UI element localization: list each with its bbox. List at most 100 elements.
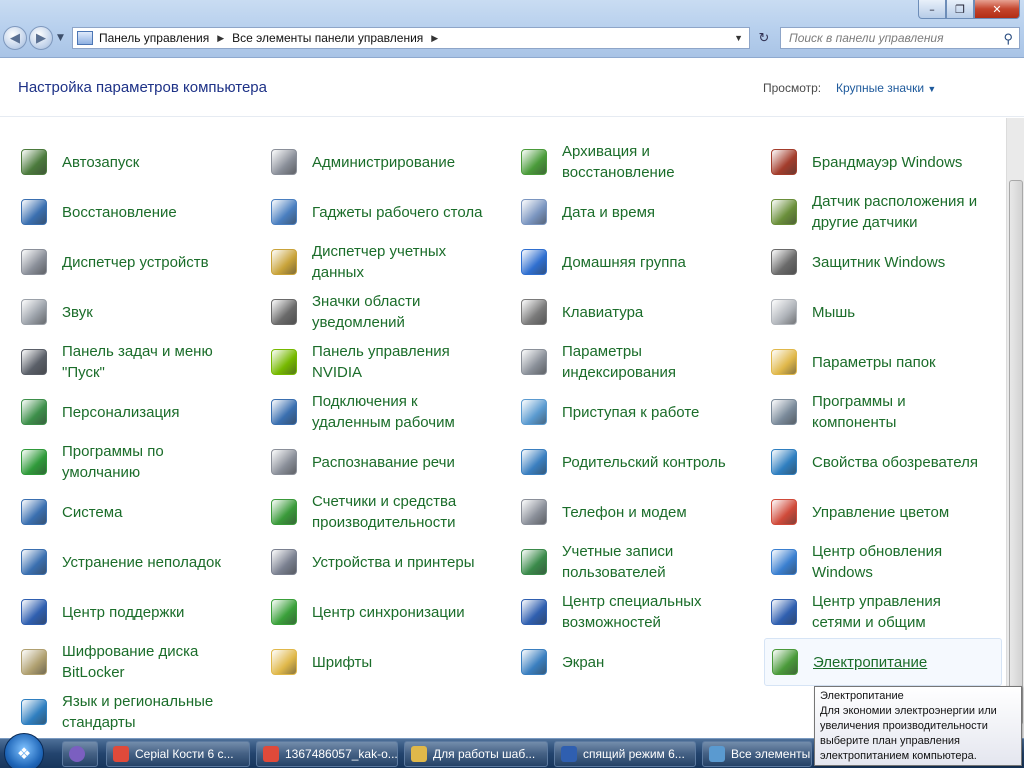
control-panel-item[interactable]: Шрифты — [250, 638, 490, 686]
fonts-icon — [268, 646, 300, 678]
start-button[interactable]: ❖ — [4, 733, 44, 768]
control-panel-item[interactable]: Экран — [500, 638, 740, 686]
action-center-icon — [18, 596, 50, 628]
navigation-buttons: ◀ ▶ ▼ — [3, 26, 67, 50]
windows-update-icon — [768, 546, 800, 578]
search-input[interactable]: Поиск в панели управления ⚲ — [780, 27, 1020, 49]
breadcrumb-separator-icon[interactable]: ▶ — [431, 33, 438, 44]
control-panel-item[interactable]: Родительский контроль — [500, 438, 740, 486]
tooltip-title: Электропитание — [820, 690, 904, 702]
refresh-button[interactable]: ↻ — [752, 27, 776, 49]
chevron-down-icon: ▼ — [927, 84, 937, 94]
maximize-button[interactable]: ❐ — [946, 0, 974, 19]
view-by-label: Просмотр: — [763, 81, 822, 95]
control-panel-item[interactable]: Телефон и модем — [500, 488, 740, 536]
taskbar-button[interactable]: 1367486057_kak-o... — [256, 741, 398, 767]
control-panel-item[interactable]: Гаджеты рабочего стола — [250, 188, 490, 236]
control-panel-item[interactable]: Язык и региональные стандарты — [0, 688, 240, 736]
address-dropdown-icon[interactable]: ▼ — [734, 33, 743, 43]
control-panel-item[interactable]: Датчик расположения и другие датчики — [750, 188, 990, 236]
content-header: Настройка параметров компьютера Просмотр… — [0, 59, 1024, 117]
forward-button[interactable]: ▶ — [29, 26, 53, 50]
control-panel-icon — [77, 31, 93, 45]
control-panel-item[interactable]: Центр поддержки — [0, 588, 240, 636]
power-options-icon — [769, 646, 801, 678]
control-panel-item[interactable]: Клавиатура — [500, 288, 740, 336]
control-panel-item[interactable]: Диспетчер учетных данных — [250, 238, 490, 286]
control-panel-item[interactable]: Брандмауэр Windows — [750, 138, 990, 186]
taskbar-button[interactable]: спящий режим 6... — [554, 741, 696, 767]
control-panel-item[interactable]: Мышь — [750, 288, 990, 336]
items-grid: Автозапуск Администрирование Архивация и в… — [0, 118, 1006, 738]
item-label: Домашняя группа — [562, 253, 686, 271]
scrollbar-thumb[interactable] — [1009, 180, 1023, 725]
recent-pages-dropdown[interactable]: ▼ — [57, 33, 67, 43]
control-panel-icon — [709, 746, 725, 762]
breadcrumb-separator-icon[interactable]: ▶ — [217, 33, 224, 44]
control-panel-item[interactable]: Значки области уведомлений — [250, 288, 490, 336]
control-panel-item[interactable]: Свойства обозревателя — [750, 438, 990, 486]
window-chrome: – ❐ ✕ ◀ ▶ ▼ Панель управления ▶ Все элем… — [0, 0, 1024, 58]
control-panel-item[interactable]: Подключения к удаленным рабочим — [250, 388, 490, 436]
control-panel-item[interactable]: Защитник Windows — [750, 238, 990, 286]
control-panel-item[interactable]: Учетные записи пользователей — [500, 538, 740, 586]
taskbar-button[interactable]: Серial Кости 6 с... — [106, 741, 250, 767]
minimize-button[interactable]: – — [918, 0, 946, 19]
control-panel-item[interactable]: Архивация и восстановление — [500, 138, 740, 186]
control-panel-item[interactable]: Распознавание речи — [250, 438, 490, 486]
taskbar-button[interactable]: Для работы шаб... — [404, 741, 548, 767]
item-label: Свойства обозревателя — [812, 453, 978, 471]
item-label: Значки области уведомлений — [312, 293, 421, 331]
control-panel-item[interactable]: Панель управления NVIDIA — [250, 338, 490, 386]
control-panel-item[interactable]: Система — [0, 488, 240, 536]
control-panel-item[interactable]: Центр синхронизации — [250, 588, 490, 636]
system-icon — [18, 496, 50, 528]
control-panel-item[interactable]: Центр управления сетями и общим — [750, 588, 990, 636]
item-label: Программы и компоненты — [812, 393, 906, 431]
control-panel-item[interactable]: Центр специальных возможностей — [500, 588, 740, 636]
breadcrumb-all-items[interactable]: Все элементы панели управления — [232, 31, 423, 45]
control-panel-item[interactable]: Счетчики и средства производительности — [250, 488, 490, 536]
control-panel-item[interactable]: Восстановление — [0, 188, 240, 236]
control-panel-item[interactable]: Управление цветом — [750, 488, 990, 536]
control-panel-item[interactable]: Автозапуск — [0, 138, 240, 186]
item-label: Параметры папок — [812, 353, 936, 371]
control-panel-item[interactable]: Параметры индексирования — [500, 338, 740, 386]
control-panel-item[interactable]: Программы и компоненты — [750, 388, 990, 436]
control-panel-item[interactable]: Шифрование диска BitLocker — [0, 638, 240, 686]
control-panel-item[interactable]: Программы по умолчанию — [0, 438, 240, 486]
item-label: Диспетчер устройств — [62, 253, 209, 271]
breadcrumb-control-panel[interactable]: Панель управления — [99, 31, 209, 45]
item-label: Гаджеты рабочего стола — [312, 203, 483, 221]
control-panel-item[interactable]: Домашняя группа — [500, 238, 740, 286]
close-button[interactable]: ✕ — [974, 0, 1020, 19]
taskbar-viber-button[interactable] — [62, 741, 98, 767]
control-panel-item[interactable]: Устранение неполадок — [0, 538, 240, 586]
item-label: Автозапуск — [62, 153, 140, 171]
region-icon — [18, 696, 50, 728]
chrome-icon — [113, 746, 129, 762]
control-panel-item[interactable]: Диспетчер устройств — [0, 238, 240, 286]
view-by-dropdown[interactable]: Крупные значки ▼ — [836, 81, 936, 95]
vertical-scrollbar[interactable] — [1006, 118, 1024, 738]
item-label: Телефон и модем — [562, 503, 687, 521]
control-panel-item[interactable]: Параметры папок — [750, 338, 990, 386]
device-manager-icon — [18, 246, 50, 278]
control-panel-item[interactable]: Звук — [0, 288, 240, 336]
taskbar-button[interactable]: Все элементы ... — [702, 741, 812, 767]
control-panel-item[interactable]: Персонализация — [0, 388, 240, 436]
control-panel-item[interactable]: Панель задач и меню "Пуск" — [0, 338, 240, 386]
back-button[interactable]: ◀ — [3, 26, 27, 50]
control-panel-item[interactable]: Дата и время — [500, 188, 740, 236]
item-label: Управление цветом — [812, 503, 950, 521]
control-panel-item[interactable]: Центр обновления Windows — [750, 538, 990, 586]
control-panel-item[interactable]: Устройства и принтеры — [250, 538, 490, 586]
control-panel-item[interactable]: Приступая к работе — [500, 388, 740, 436]
address-bar[interactable]: Панель управления ▶ Все элементы панели … — [72, 27, 750, 49]
item-label: Панель управления NVIDIA — [312, 343, 450, 381]
taskbar-button-label: Серial Кости 6 с... — [135, 747, 234, 761]
control-panel-item[interactable]: Администрирование — [250, 138, 490, 186]
search-icon[interactable]: ⚲ — [1003, 31, 1013, 47]
item-label: Устройства и принтеры — [312, 553, 475, 571]
control-panel-item[interactable]: Электропитание — [764, 638, 1002, 686]
